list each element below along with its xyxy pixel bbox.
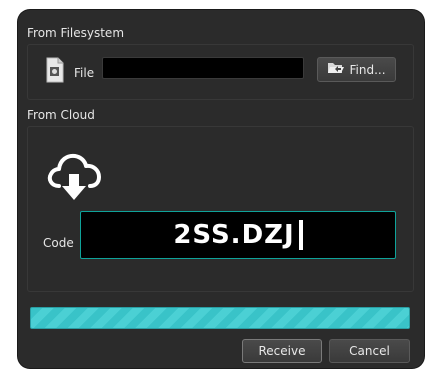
cloud-download-icon: [45, 148, 103, 206]
file-icon: [45, 57, 65, 83]
cancel-button[interactable]: Cancel: [329, 339, 410, 363]
code-label: Code: [43, 236, 74, 250]
receive-dialog: From Filesystem File Find... From Cloud: [18, 10, 424, 368]
filesystem-section-title: From Filesystem: [27, 26, 125, 40]
receive-button[interactable]: Receive: [242, 339, 322, 363]
progress-bar: [30, 307, 410, 329]
file-label: File: [74, 66, 95, 80]
find-button-label: Find...: [349, 62, 386, 77]
folder-open-icon: [327, 61, 345, 78]
cloud-section-title: From Cloud: [27, 108, 95, 122]
text-caret: [298, 220, 303, 250]
find-button[interactable]: Find...: [317, 57, 396, 82]
file-path-field[interactable]: [102, 57, 304, 79]
code-field[interactable]: 2SS.DZJ: [80, 211, 396, 259]
code-value: 2SS.DZJ: [173, 220, 295, 250]
